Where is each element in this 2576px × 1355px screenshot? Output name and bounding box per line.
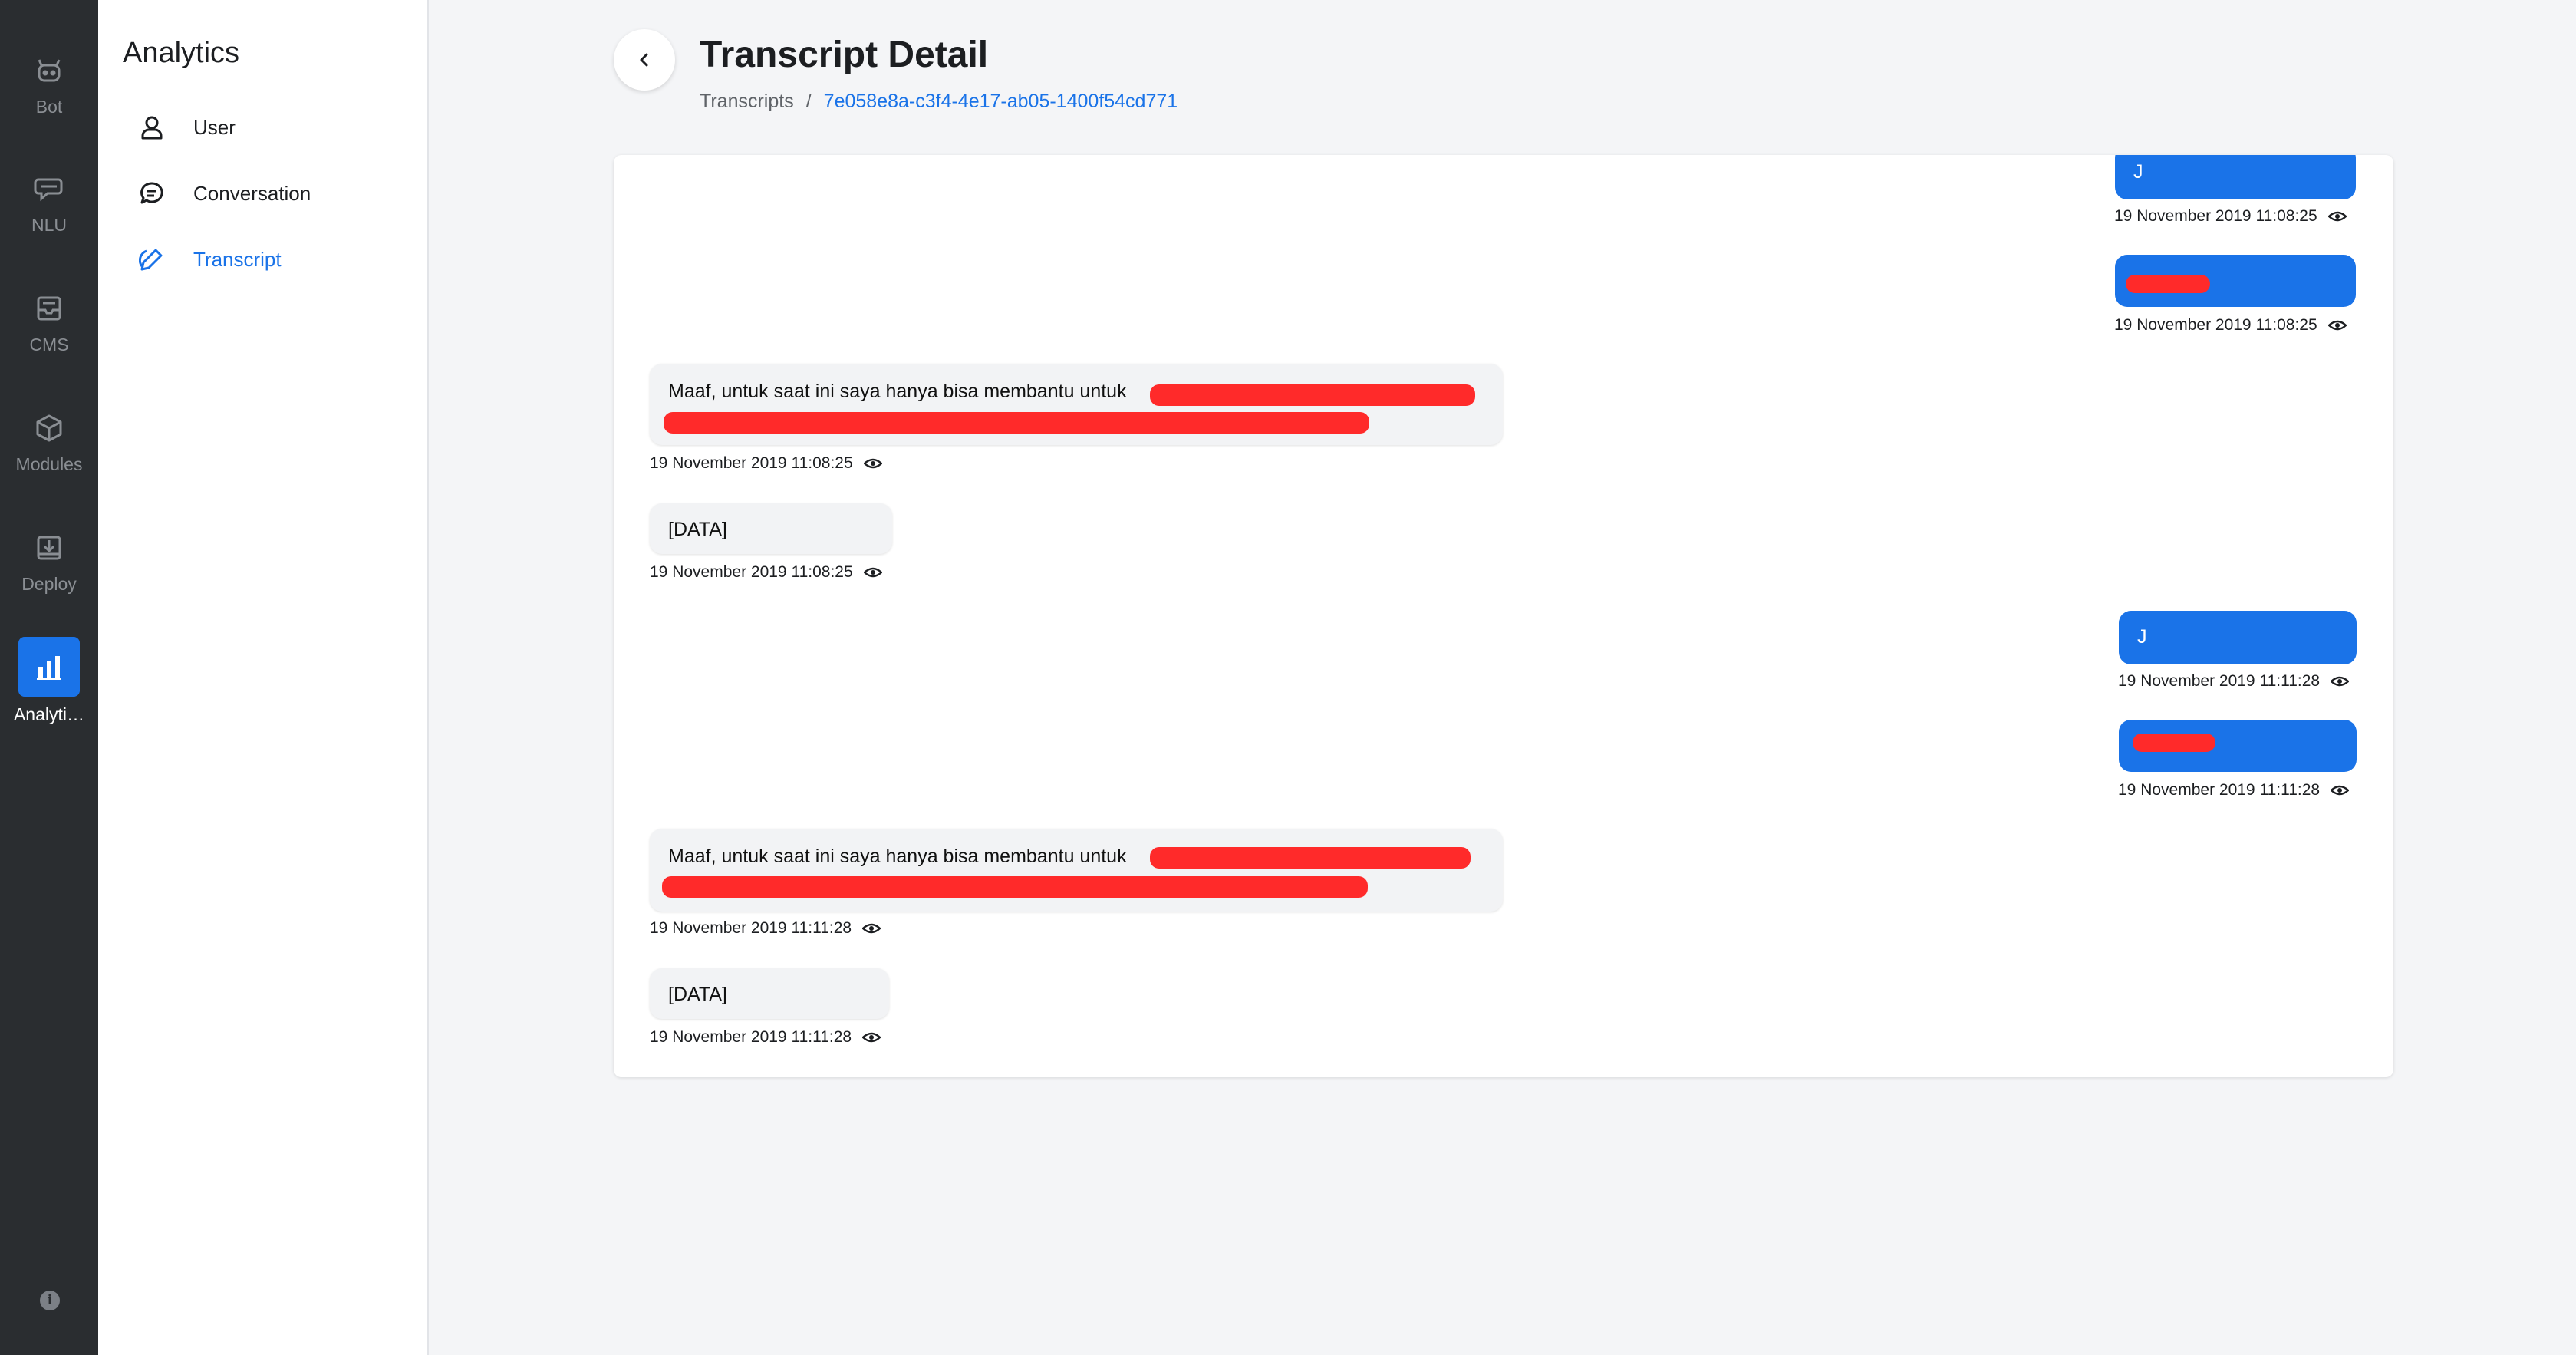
rail-label-cms: CMS [29, 335, 69, 354]
message-bubble: [DATA] [650, 503, 892, 554]
message-bot: [DATA] [650, 968, 889, 1019]
message-text: Maaf, untuk saat ini saya hanya bisa mem… [668, 846, 1127, 867]
redaction-mark [662, 876, 1368, 898]
comment-icon [137, 178, 167, 209]
sidebar-item-label: Transcript [193, 247, 282, 271]
rail-item-nlu[interactable]: NLU [0, 172, 98, 236]
message-timestamp: 19 November 2019 11:08:25 [650, 454, 853, 472]
cube-icon [36, 414, 62, 442]
transcript-card: J 19 November 2019 11:08:25 19 November … [614, 155, 2393, 1077]
eye-icon[interactable] [2327, 210, 2347, 223]
message-bubble: Maaf, untuk saat ini saya hanya bisa mem… [650, 829, 1503, 912]
sidebar-title: Analytics [123, 37, 240, 69]
eye-icon[interactable] [863, 457, 882, 470]
redaction-mark [1150, 384, 1475, 406]
sidebar-item-conversation[interactable]: Conversation [137, 174, 311, 213]
rail-label-analytics: Analyti… [13, 704, 85, 724]
message-bot: Maaf, untuk saat ini saya hanya bisa mem… [650, 364, 1503, 445]
rail-label-nlu: NLU [31, 215, 67, 235]
eye-icon[interactable] [862, 1031, 881, 1043]
message-text: [DATA] [668, 984, 727, 1005]
rail-item-deploy[interactable]: Deploy [0, 531, 98, 595]
redaction-mark [1150, 847, 1471, 869]
message-timestamp-row: 19 November 2019 11:11:28 [2118, 781, 2350, 799]
rail-item-cms[interactable]: CMS [0, 292, 98, 355]
message-timestamp: 19 November 2019 11:11:28 [650, 919, 852, 937]
bar-chart-icon [37, 656, 61, 680]
message-timestamp-row: 19 November 2019 11:11:28 [2118, 672, 2350, 691]
message-timestamp: 19 November 2019 11:08:25 [650, 563, 853, 581]
eye-icon[interactable] [2327, 319, 2347, 331]
rail-label-bot: Bot [35, 97, 63, 117]
redaction-mark [2126, 275, 2210, 293]
message-timestamp-row: 19 November 2019 11:11:28 [650, 1028, 881, 1047]
message-timestamp: 19 November 2019 11:08:25 [2114, 316, 2317, 334]
rail-active-highlight [18, 637, 80, 697]
message-timestamp-row: 19 November 2019 11:08:25 [2114, 207, 2347, 226]
message-timestamp: 19 November 2019 11:11:28 [2118, 672, 2321, 690]
message-timestamp: 19 November 2019 11:11:28 [2118, 781, 2321, 799]
message-timestamp-row: 19 November 2019 11:08:25 [650, 563, 882, 582]
message-user [2115, 255, 2356, 307]
analytics-sidebar: Analytics User Conversation Transcript [98, 0, 429, 1355]
redaction-mark [2133, 734, 2215, 752]
bot-icon [38, 59, 61, 82]
message-bubble: J [2115, 155, 2356, 199]
info-icon[interactable]: i [40, 1291, 60, 1310]
app-rail: Bot NLU CMS Modules Deploy Analyti… i [0, 0, 98, 1355]
message-bubble: J [2119, 611, 2357, 664]
sidebar-item-label: Conversation [193, 181, 311, 205]
rail-item-analytics[interactable]: Analyti… [0, 637, 98, 725]
breadcrumb: Transcripts / 7e058e8a-c3f4-4e17-ab05-14… [700, 91, 1178, 113]
page-title: Transcript Detail [700, 35, 989, 75]
message-timestamp: 19 November 2019 11:11:28 [650, 1028, 852, 1046]
message-user: J [2115, 155, 2356, 199]
rail-label-deploy: Deploy [21, 574, 77, 594]
rail-item-modules[interactable]: Modules [0, 411, 98, 475]
eye-icon[interactable] [2331, 784, 2350, 796]
back-button[interactable] [614, 29, 675, 91]
inbox-icon [37, 296, 61, 321]
sidebar-item-user[interactable]: User [137, 108, 236, 147]
redaction-mark [664, 412, 1369, 434]
message-bubble: [DATA] [650, 968, 889, 1019]
chat-bubbles-icon [34, 178, 63, 202]
breadcrumb-transcript-id[interactable]: 7e058e8a-c3f4-4e17-ab05-1400f54cd771 [824, 91, 1178, 113]
breadcrumb-transcripts-link[interactable]: Transcripts [700, 91, 794, 113]
deploy-icon [37, 536, 61, 560]
message-timestamp-row: 19 November 2019 11:11:28 [650, 919, 881, 938]
chevron-left-icon [640, 53, 648, 67]
message-bot: Maaf, untuk saat ini saya hanya bisa mem… [650, 829, 1503, 912]
pencil-icon [137, 244, 167, 275]
sidebar-item-transcript[interactable]: Transcript [137, 240, 282, 279]
message-text: Maaf, untuk saat ini saya hanya bisa mem… [668, 381, 1127, 402]
message-text: [DATA] [668, 519, 727, 540]
message-bot: [DATA] [650, 503, 892, 554]
breadcrumb-separator: / [805, 91, 812, 112]
message-timestamp: 19 November 2019 11:08:25 [2114, 207, 2317, 225]
message-timestamp-row: 19 November 2019 11:08:25 [650, 454, 882, 473]
user-icon [137, 112, 167, 143]
eye-icon[interactable] [863, 566, 882, 579]
rail-label-modules: Modules [15, 454, 83, 474]
rail-item-bot[interactable]: Bot [0, 54, 98, 117]
message-text: J [2133, 161, 2143, 183]
message-user [2119, 720, 2357, 772]
message-timestamp-row: 19 November 2019 11:08:25 [2114, 316, 2347, 335]
message-text: J [2137, 626, 2147, 648]
sidebar-item-label: User [193, 115, 236, 139]
eye-icon[interactable] [862, 922, 881, 935]
message-user: J [2119, 611, 2357, 664]
eye-icon[interactable] [2331, 675, 2350, 687]
